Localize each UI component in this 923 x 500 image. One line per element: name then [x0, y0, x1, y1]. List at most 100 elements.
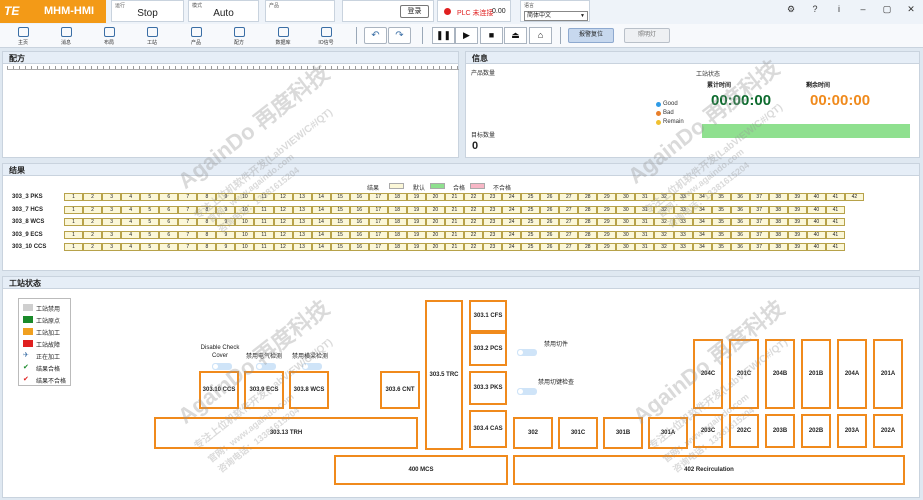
- result-cell: 37: [749, 193, 769, 201]
- result-cell: 35: [711, 205, 731, 214]
- nav-item-station[interactable]: 工站: [132, 26, 172, 47]
- nav-item-label: 消息: [60, 40, 71, 46]
- lighting-button[interactable]: 照明灯: [624, 28, 670, 43]
- help-icon[interactable]: ?: [808, 4, 822, 14]
- station-204a[interactable]: 204A: [837, 339, 867, 409]
- play-button[interactable]: ▶: [455, 27, 478, 44]
- station-origin-label: 工站原点: [36, 319, 61, 325]
- result-cell: 19: [406, 230, 426, 239]
- nav-item-io[interactable]: IO信号: [306, 26, 346, 47]
- alarm-reset-button[interactable]: 报警复位: [568, 28, 614, 43]
- result-cell: 37: [749, 205, 769, 214]
- station-303-5-trc[interactable]: 303.5 TRC: [425, 300, 463, 450]
- station-title: 工站状态: [9, 279, 41, 288]
- in-progress-label: 正在加工: [36, 355, 61, 361]
- eject-button[interactable]: ⏏: [504, 27, 527, 44]
- legend-fail-label: 不合格: [493, 186, 512, 192]
- info-title: 信息: [472, 54, 488, 63]
- result-cell: 15: [330, 218, 350, 226]
- result-cell: 40: [806, 243, 826, 251]
- disable-cut-toggle[interactable]: [517, 349, 537, 356]
- result-cell: 32: [654, 230, 674, 239]
- station-303-3-pks[interactable]: 303.3 PKS: [469, 371, 507, 405]
- recipe-title: 配方: [9, 54, 25, 63]
- station-303-2-pcs[interactable]: 303.2 PCS: [469, 332, 507, 366]
- result-cells: 1 2 3 4 5 6 7 8 9 10 11 12 13 14 15 16 17 18 19 20 21 22 23 24 2…: [64, 243, 845, 251]
- home-position-button[interactable]: ⌂: [529, 27, 552, 44]
- results-header: 结果: [3, 164, 919, 176]
- settings-icon[interactable]: ⚙: [784, 4, 798, 15]
- recipe-icon: [234, 27, 245, 37]
- result-cell: 41: [825, 205, 845, 214]
- language-select[interactable]: 简体中文 ▼: [524, 11, 588, 21]
- nav-item-recipe[interactable]: 配方: [219, 26, 259, 47]
- station-402-recirculation[interactable]: 402 Recirculation: [513, 455, 905, 485]
- layout-icon: [104, 27, 115, 37]
- result-cell: 26: [540, 230, 560, 239]
- station-201b[interactable]: 201B: [801, 339, 831, 409]
- back-button[interactable]: ↶: [364, 27, 387, 44]
- nav-item-layout[interactable]: 布局: [89, 26, 129, 47]
- pause-icon: ❚❚: [435, 30, 452, 40]
- maximize-icon[interactable]: ▢: [880, 4, 894, 15]
- result-row-label: 303_3 PKS: [12, 194, 43, 200]
- station-303-4-cas[interactable]: 303.4 CAS: [469, 410, 507, 448]
- result-cell: 33: [673, 230, 693, 239]
- result-cell: 6: [159, 218, 179, 226]
- info-icon[interactable]: i: [832, 4, 846, 14]
- station-203a[interactable]: 203A: [837, 414, 867, 448]
- station-202a[interactable]: 202A: [873, 414, 903, 448]
- stop-button[interactable]: ■: [480, 27, 503, 44]
- nav-item-product[interactable]: 产品: [176, 26, 216, 47]
- minimize-icon[interactable]: –: [856, 4, 870, 14]
- station-400-mcs[interactable]: 400 MCS: [334, 455, 508, 485]
- result-row-label: 303_7 HCS: [12, 206, 44, 213]
- result-cell: 39: [787, 218, 807, 226]
- station-legend: 工站禁用 工站原点 工站加工 工站故障 ✈ 正在加工 ✔ 结果合格 ✔ 结果不合…: [18, 298, 71, 386]
- database-icon: [278, 27, 289, 37]
- login-button[interactable]: 登录: [400, 5, 429, 18]
- result-cell: 19: [406, 218, 426, 226]
- result-cell: 9: [216, 243, 236, 251]
- station-303-6-cnt[interactable]: 303.6 CNT: [380, 371, 420, 409]
- station-303-1-cfs[interactable]: 303.1 CFS: [469, 300, 507, 332]
- result-cell: 18: [387, 243, 407, 251]
- results-legend-title: 结果: [367, 186, 380, 192]
- station-header: 工站状态: [3, 277, 919, 289]
- pause-button[interactable]: ❚❚: [432, 27, 455, 44]
- result-cell: 37: [749, 230, 769, 239]
- result-cell: 25: [521, 243, 541, 251]
- station-203b[interactable]: 203B: [765, 414, 795, 448]
- result-cell: 3: [102, 243, 122, 251]
- result-cell: 39: [787, 230, 807, 239]
- result-cell: 31: [635, 230, 655, 239]
- nav-item-label: IO信号: [318, 40, 334, 46]
- station-201a[interactable]: 201A: [873, 339, 903, 409]
- station-202b[interactable]: 202B: [801, 414, 831, 448]
- stop-icon: ■: [488, 30, 495, 40]
- result-cell: 6: [159, 230, 179, 239]
- result-cell: 22: [463, 243, 484, 251]
- result-cell: 2: [83, 218, 103, 226]
- station-301b[interactable]: 301B: [603, 417, 643, 449]
- result-cell: 39: [787, 205, 807, 214]
- nav-item-messages[interactable]: 消息: [46, 26, 86, 47]
- result-cell: 4: [121, 193, 141, 201]
- disable-cut-check-toggle[interactable]: [517, 388, 537, 395]
- result-cell: 28: [578, 193, 598, 201]
- station-302[interactable]: 302: [513, 417, 553, 449]
- result-cell: 34: [692, 230, 712, 239]
- result-cell: 12: [273, 243, 293, 251]
- result-cell: 29: [597, 230, 617, 239]
- result-cells: 1 2 3 4 5 6 7 8 9 10 11 12 13 14 15 16 17 18 19 20 21 22 23 24 2…: [64, 230, 845, 239]
- result-cell: 40: [806, 205, 826, 214]
- close-icon[interactable]: ✕: [904, 4, 918, 15]
- product-label: 产品: [269, 3, 280, 9]
- station-301c[interactable]: 301C: [558, 417, 598, 449]
- result-cell: 38: [768, 243, 788, 251]
- result-cell: 14: [311, 218, 331, 226]
- remaining-time-label: 剩余时间: [806, 83, 831, 89]
- nav-item-database[interactable]: 数据库: [263, 26, 303, 47]
- nav-item-home[interactable]: 主页: [3, 26, 43, 47]
- forward-button[interactable]: ↷: [388, 27, 411, 44]
